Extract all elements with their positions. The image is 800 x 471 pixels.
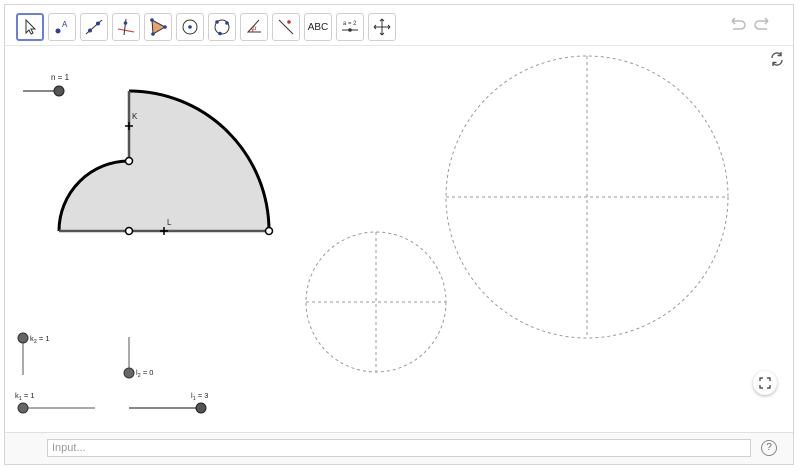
tool-slider[interactable]: a = 2 bbox=[336, 13, 364, 41]
circle-center-icon bbox=[182, 19, 198, 35]
label-K: K bbox=[132, 112, 138, 121]
input-bar: Input... ? bbox=[5, 432, 793, 464]
line-icon bbox=[85, 19, 103, 35]
composite-shape bbox=[59, 91, 269, 231]
point-icon: A bbox=[55, 20, 68, 34]
tool-perpendicular[interactable] bbox=[112, 13, 140, 41]
slider-n-knob[interactable] bbox=[53, 85, 65, 97]
tool-polygon[interactable] bbox=[144, 13, 172, 41]
tool-text[interactable]: ABC bbox=[304, 13, 332, 41]
toolbar: A α ABC a = 2 bbox=[5, 5, 793, 46]
circle-three-points-icon bbox=[214, 19, 230, 36]
svg-text:a = 2: a = 2 bbox=[343, 21, 357, 27]
graphics-view[interactable]: n = 1 K L k2 = 1 l2 = 0 k1 = 1 l1 = 3 bbox=[5, 45, 793, 435]
slider-l2-knob[interactable] bbox=[123, 367, 135, 379]
tool-line[interactable] bbox=[80, 13, 108, 41]
arrow-cursor-icon bbox=[25, 18, 37, 35]
point-center[interactable] bbox=[124, 226, 134, 236]
tool-move-graphics[interactable] bbox=[368, 13, 396, 41]
text-icon: ABC bbox=[307, 21, 329, 33]
slider-l2-label: l2 = 0 bbox=[136, 368, 153, 379]
canvas: n = 1 K L k2 = 1 l2 = 0 k1 = 1 l1 = 3 bbox=[15, 55, 729, 414]
slider-l1-label: l1 = 3 bbox=[191, 391, 208, 402]
help-icon[interactable]: ? bbox=[761, 440, 777, 456]
svg-text:A: A bbox=[62, 20, 68, 29]
move-graphics-icon bbox=[373, 18, 391, 36]
undo-redo-group bbox=[727, 15, 773, 35]
slider-l1-knob[interactable] bbox=[195, 402, 207, 414]
label-L: L bbox=[167, 218, 172, 227]
slider-k2-label: k2 = 1 bbox=[30, 334, 50, 345]
perpendicular-line-icon bbox=[117, 18, 135, 36]
applet-frame: A α ABC a = 2 n = 1 K L k2 = 1 l2 = 0 k1… bbox=[4, 4, 794, 465]
input-field[interactable]: Input... bbox=[47, 439, 751, 457]
point-inner[interactable] bbox=[124, 156, 134, 166]
slider-k2-knob[interactable] bbox=[17, 332, 29, 344]
tool-circle-center[interactable] bbox=[176, 13, 204, 41]
tool-circle-three-points[interactable] bbox=[208, 13, 236, 41]
tool-point[interactable]: A bbox=[48, 13, 76, 41]
angle-icon: α bbox=[246, 19, 261, 33]
tool-move[interactable] bbox=[16, 13, 44, 41]
redo-icon[interactable] bbox=[753, 15, 773, 35]
fullscreen-icon bbox=[759, 377, 771, 389]
reflect-icon bbox=[278, 19, 294, 35]
polygon-icon bbox=[150, 18, 167, 36]
fullscreen-button[interactable] bbox=[753, 371, 777, 395]
tool-reflect[interactable] bbox=[272, 13, 300, 41]
undo-icon[interactable] bbox=[727, 15, 747, 35]
tool-angle[interactable]: α bbox=[240, 13, 268, 41]
point-end[interactable] bbox=[264, 226, 274, 236]
slider-k1-knob[interactable] bbox=[17, 402, 29, 414]
svg-text:α: α bbox=[253, 26, 257, 32]
slider-icon: a = 2 bbox=[342, 21, 358, 32]
slider-k1-label: k1 = 1 bbox=[15, 391, 35, 402]
slider-n-label: n = 1 bbox=[51, 73, 70, 82]
